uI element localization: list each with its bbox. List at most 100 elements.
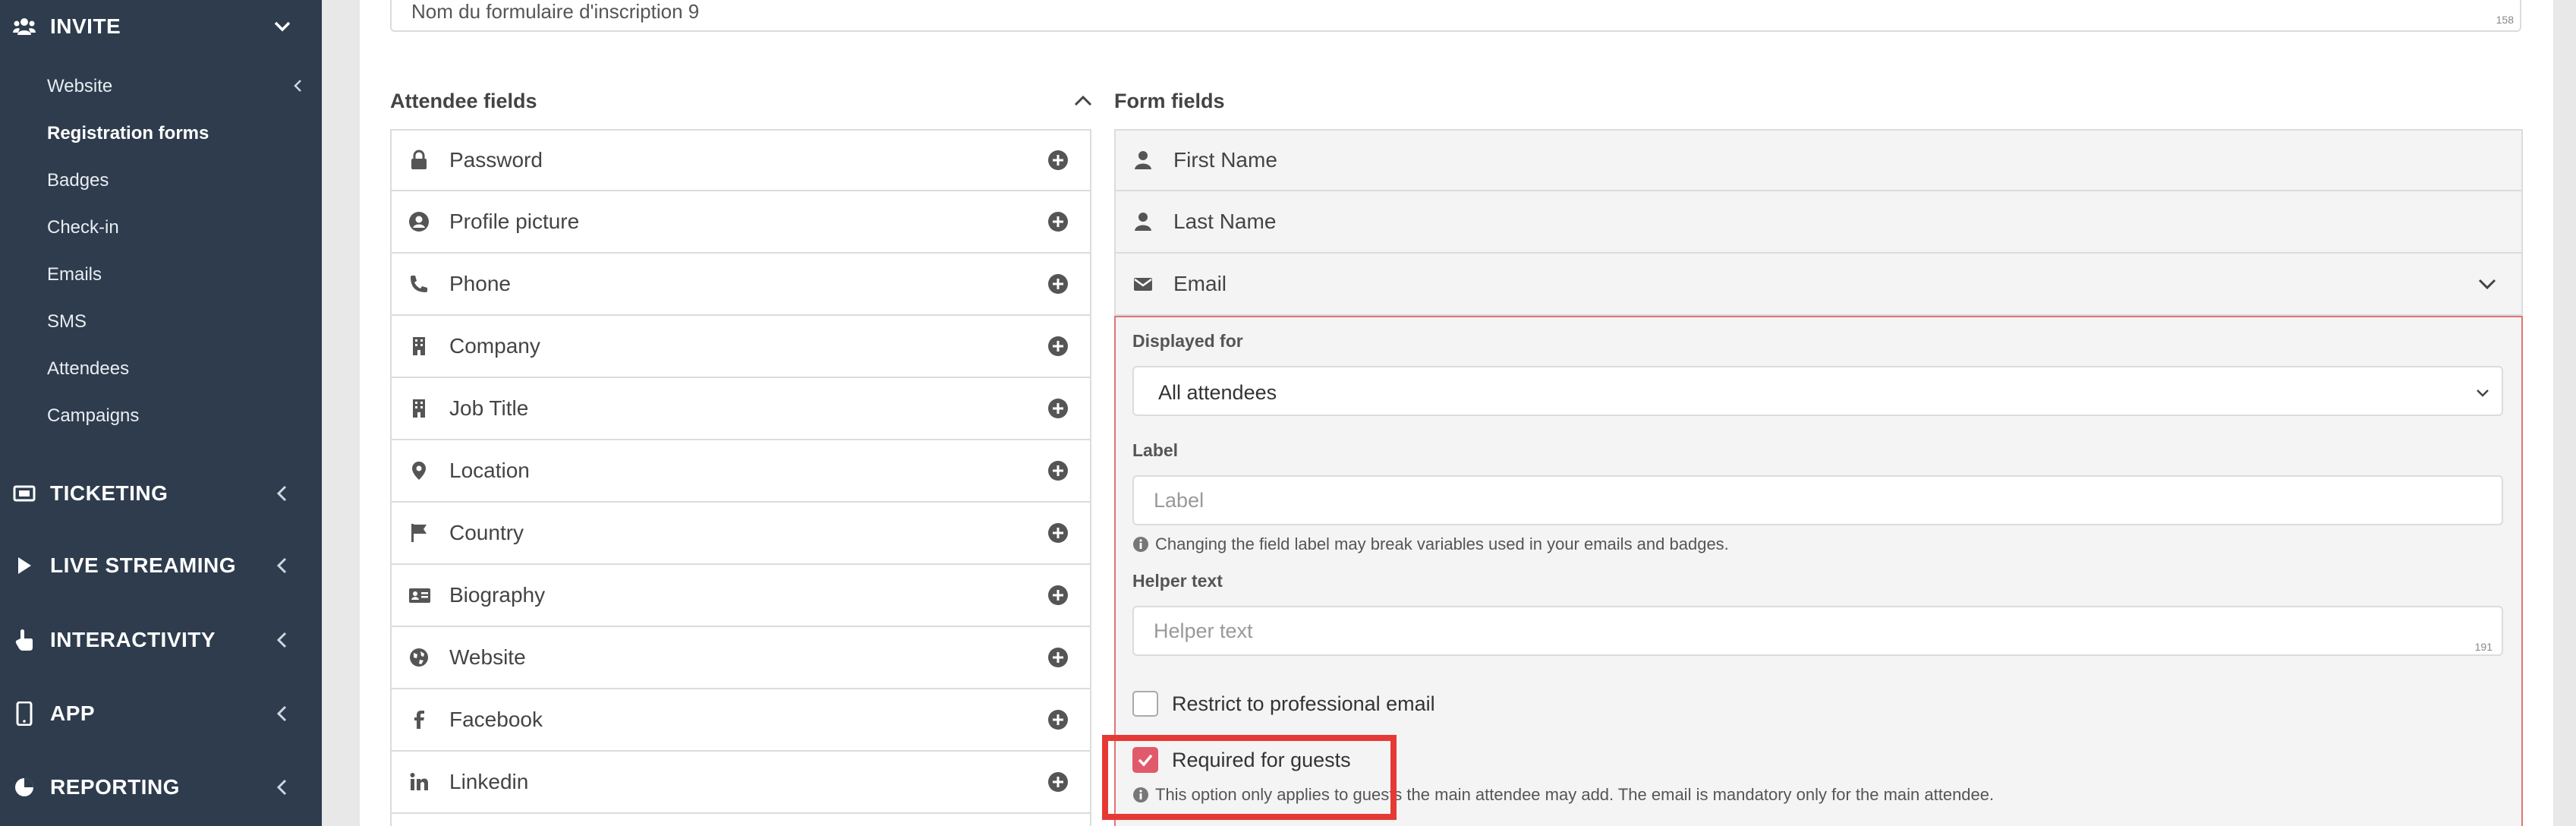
attendee-field-label: Country: [449, 521, 524, 544]
attendee-field-job-title[interactable]: Job Title: [390, 378, 1091, 440]
plus-circle-icon[interactable]: [1047, 398, 1069, 419]
sidebar-item-attendees[interactable]: Attendees: [47, 358, 129, 380]
attendee-fields-title: Attendee fields: [390, 90, 537, 112]
attendee-field-facebook[interactable]: Facebook: [390, 689, 1091, 752]
attendee-field-label: Website: [449, 645, 526, 669]
chevron-left-icon[interactable]: [290, 77, 307, 94]
sidebar-section-app[interactable]: APP: [0, 687, 322, 740]
form-name-value: Nom du formulaire d'inscription 9: [411, 0, 700, 23]
sidebar-section-invite[interactable]: INVITE: [0, 0, 322, 53]
form-field-first-name[interactable]: First Name: [1114, 129, 2523, 191]
checkbox-unchecked[interactable]: [1132, 691, 1158, 717]
attendee-field-linkedin[interactable]: Linkedin: [390, 752, 1091, 814]
map-marker-icon: [408, 460, 430, 481]
chevron-left-icon[interactable]: [272, 555, 293, 576]
user-icon: [1132, 150, 1154, 171]
phone-icon: [408, 273, 430, 295]
plus-circle-icon[interactable]: [1047, 273, 1069, 295]
linkedin-icon: [408, 771, 430, 793]
label-input[interactable]: [1132, 475, 2503, 525]
attendee-field-label: Facebook: [449, 708, 543, 731]
attendee-field-label: Phone: [449, 272, 511, 295]
sidebar-section-label: INTERACTIVITY: [50, 628, 216, 651]
checkbox-checked[interactable]: [1132, 747, 1158, 773]
displayed-for-select[interactable]: All attendees: [1132, 366, 2503, 416]
attendee-field-password[interactable]: Password: [390, 129, 1091, 191]
required-for-guests-label: Required for guests: [1172, 748, 1351, 771]
required-for-guests-checkbox[interactable]: Required for guests: [1132, 747, 1351, 773]
sidebar-item-label: Attendees: [47, 358, 130, 379]
chevron-left-icon[interactable]: [272, 777, 293, 798]
facebook-icon: [408, 709, 430, 730]
sidebar-section-interactivity[interactable]: INTERACTIVITY: [0, 613, 322, 667]
sidebar-item-website[interactable]: Website: [47, 76, 112, 97]
helper-text-counter: 191: [2474, 641, 2493, 653]
sidebar: INVITE Website Registration forms Badges…: [0, 0, 322, 826]
chevron-down-icon[interactable]: [2476, 273, 2499, 295]
sidebar-section-label: REPORTING: [50, 775, 180, 799]
sidebar-section-live-streaming[interactable]: LIVE STREAMING: [0, 539, 322, 592]
chevron-left-icon[interactable]: [272, 703, 293, 724]
chevron-left-icon[interactable]: [272, 629, 293, 651]
attendee-field-label: Profile picture: [449, 210, 580, 233]
plus-circle-icon[interactable]: [1047, 585, 1069, 606]
sidebar-item-campaigns[interactable]: Campaigns: [47, 405, 139, 427]
attendee-field-profile-picture[interactable]: Profile picture: [390, 191, 1091, 254]
attendee-field-website[interactable]: Website: [390, 627, 1091, 689]
required-for-guests-hint: This option only applies to guests the m…: [1132, 785, 1994, 805]
sidebar-item-emails[interactable]: Emails: [47, 264, 102, 285]
plus-circle-icon[interactable]: [1047, 647, 1069, 668]
sidebar-item-check-in[interactable]: Check-in: [47, 217, 119, 238]
info-circle-icon: [1132, 787, 1149, 803]
displayed-for-label: Displayed for: [1132, 331, 1243, 351]
sidebar-item-label: SMS: [47, 311, 87, 332]
attendee-field-label: Linkedin: [449, 770, 529, 793]
plus-circle-icon[interactable]: [1047, 709, 1069, 730]
attendee-field-phone[interactable]: Phone: [390, 254, 1091, 316]
mobile-icon: [11, 700, 38, 727]
chevron-up-icon[interactable]: [1072, 90, 1094, 112]
sidebar-item-label: Website: [47, 76, 113, 96]
helper-text-input[interactable]: [1132, 606, 2503, 656]
sidebar-section-label: TICKETING: [50, 481, 168, 505]
attendee-field-label: Company: [449, 334, 540, 358]
pie-chart-icon: [11, 774, 38, 801]
attendee-field-company[interactable]: Company: [390, 316, 1091, 378]
chevron-down-icon[interactable]: [272, 16, 293, 37]
form-name-input[interactable]: Nom du formulaire d'inscription 9 158: [390, 0, 2521, 32]
restrict-professional-email-checkbox[interactable]: Restrict to professional email: [1132, 691, 1435, 717]
user-circle-icon: [408, 211, 430, 232]
plus-circle-icon[interactable]: [1047, 771, 1069, 793]
sidebar-item-registration-forms[interactable]: Registration forms: [47, 123, 209, 144]
attendee-field-biography[interactable]: Biography: [390, 565, 1091, 627]
sidebar-section-label: INVITE: [50, 14, 121, 38]
sidebar-section-label: APP: [50, 701, 96, 725]
sidebar-item-sms[interactable]: SMS: [47, 311, 87, 333]
sidebar-item-badges[interactable]: Badges: [47, 170, 109, 191]
plus-circle-icon[interactable]: [1047, 150, 1069, 171]
plus-circle-icon[interactable]: [1047, 336, 1069, 357]
sidebar-item-label: Badges: [47, 170, 109, 191]
form-field-label: Last Name: [1173, 210, 1277, 233]
form-name-counter: 158: [2496, 14, 2514, 26]
hand-pointer-icon: [11, 626, 38, 654]
flag-icon: [408, 522, 430, 544]
form-field-label: Email: [1173, 272, 1227, 295]
plus-circle-icon[interactable]: [1047, 460, 1069, 481]
attendee-field-label: Location: [449, 459, 530, 482]
plus-circle-icon[interactable]: [1047, 522, 1069, 544]
label-hint-text: Changing the field label may break varia…: [1155, 534, 1729, 553]
attendee-field-country[interactable]: Country: [390, 503, 1091, 565]
play-icon: [11, 552, 38, 579]
form-field-last-name[interactable]: Last Name: [1114, 191, 2523, 254]
form-fields-list: First Name Last Name Email: [1114, 129, 2523, 316]
sidebar-section-reporting[interactable]: REPORTING: [0, 761, 322, 814]
sidebar-section-ticketing[interactable]: TICKETING: [0, 467, 322, 520]
form-field-email[interactable]: Email: [1114, 254, 2523, 316]
chevron-left-icon[interactable]: [272, 483, 293, 504]
info-circle-icon: [1132, 536, 1149, 553]
plus-circle-icon[interactable]: [1047, 211, 1069, 232]
attendee-field-location[interactable]: Location: [390, 440, 1091, 503]
attendee-fields-list: Password Profile picture Phone Company J…: [390, 129, 1091, 826]
ticket-icon: [11, 480, 38, 507]
